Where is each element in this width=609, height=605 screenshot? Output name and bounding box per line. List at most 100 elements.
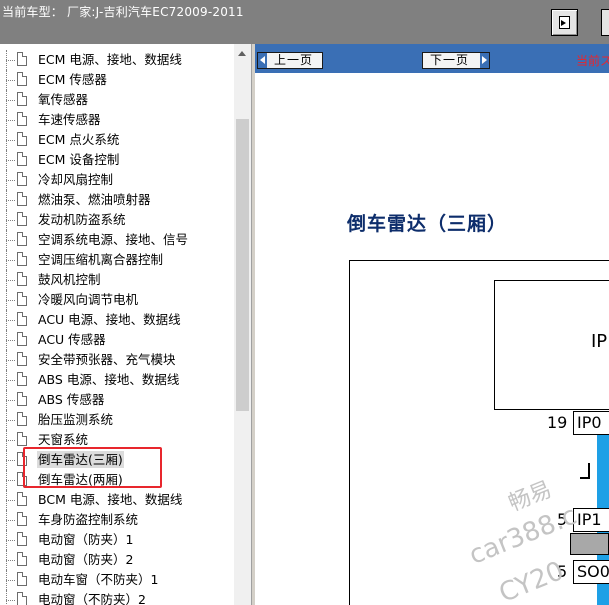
- tree-connector: [6, 200, 15, 202]
- tree-item[interactable]: ABS 电源、接地、数据线: [6, 370, 234, 390]
- title-bar: 当前车型： 厂家:J-吉利汽车EC72009-2011: [0, 0, 609, 44]
- prev-page-button[interactable]: 上一页: [257, 52, 323, 69]
- tree-connector: [6, 380, 15, 382]
- tree-item-label: ABS 电源、接地、数据线: [38, 372, 180, 387]
- tree-item-label: 胎压监测系统: [38, 412, 114, 427]
- tree-scrollbar[interactable]: [234, 44, 251, 605]
- tree-item[interactable]: ABS 传感器: [6, 390, 234, 410]
- tree-connector: [6, 160, 15, 162]
- right-triangle-icon: [480, 53, 489, 68]
- ground-wire: [570, 533, 609, 555]
- document-icon: [17, 72, 27, 86]
- tree-connector: [6, 180, 15, 182]
- tree-item[interactable]: ACU 电源、接地、数据线: [6, 310, 234, 330]
- next-page-button[interactable]: 下一页: [422, 52, 490, 69]
- document-icon: [17, 112, 27, 126]
- pin-connector: IP0: [573, 411, 609, 435]
- tree-connector: [6, 460, 15, 462]
- tree-connector: [6, 80, 15, 82]
- document-icon: [17, 252, 27, 266]
- tree-connector: [6, 580, 15, 582]
- document-arrow-icon: [559, 16, 570, 29]
- document-icon: [17, 412, 27, 426]
- ecu-box: IP: [494, 280, 609, 410]
- tree-item-label: BCM 电源、接地、数据线: [38, 492, 183, 507]
- tree-connector: [6, 300, 15, 302]
- scroll-up-icon[interactable]: [238, 51, 246, 56]
- scroll-thumb[interactable]: [236, 119, 249, 411]
- tree-item-label: 鼓风机控制: [38, 272, 101, 287]
- tree-item-label: 空调系统电源、接地、信号: [38, 232, 189, 247]
- current-page-label: 当前ス: [576, 54, 609, 68]
- tree-item[interactable]: 电动窗（防夹）1: [6, 530, 234, 550]
- tree-connector: [6, 100, 15, 102]
- tree-item[interactable]: 发动机防盗系统: [6, 210, 234, 230]
- tree-item[interactable]: 空调压缩机离合器控制: [6, 250, 234, 270]
- document-icon: [17, 52, 27, 66]
- page-title: 倒车雷达（三厢）: [347, 213, 508, 235]
- tree-connector: [6, 400, 15, 402]
- tree-item[interactable]: ECM 电源、接地、数据线: [6, 50, 234, 70]
- document-icon: [17, 152, 27, 166]
- window-title: 当前车型： 厂家:J-吉利汽车EC72009-2011: [2, 5, 244, 19]
- toolbar-button-2[interactable]: [601, 9, 609, 36]
- tree-connector: [6, 420, 15, 422]
- page-nav-bar: 上一页 下一页 当前ス: [255, 44, 609, 73]
- document-icon: [17, 592, 27, 605]
- tree-item[interactable]: ECM 设备控制: [6, 150, 234, 170]
- document-icon: [17, 272, 27, 286]
- tree-item-label: 发动机防盗系统: [38, 212, 126, 227]
- tree-item[interactable]: ACU 传感器: [6, 330, 234, 350]
- left-triangle-icon: [258, 53, 267, 68]
- tree-item-label: ECM 点火系统: [38, 132, 120, 147]
- document-icon: [17, 492, 27, 506]
- tree-item-label: 电动窗（防夹）2: [38, 552, 134, 567]
- prev-page-label: 上一页: [274, 53, 314, 67]
- document-icon: [17, 552, 27, 566]
- tree-item-label: 冷暖风向调节电机: [38, 292, 139, 307]
- tree-connector: [6, 600, 15, 602]
- tree-connector: [6, 320, 15, 322]
- tree-connector: [6, 240, 15, 242]
- tree-item[interactable]: 冷暖风向调节电机: [6, 290, 234, 310]
- tree-item-label: 氧传感器: [38, 92, 89, 107]
- tree-item-label: 车速传感器: [38, 112, 101, 127]
- tree-item[interactable]: 空调系统电源、接地、信号: [6, 230, 234, 250]
- document-icon: [17, 92, 27, 106]
- tree-connector: [6, 590, 8, 605]
- tree-item[interactable]: 电动车窗（不防夹）1: [6, 570, 234, 590]
- wire-bracket: [580, 463, 590, 479]
- toolbar-button[interactable]: [551, 9, 578, 36]
- tree-item[interactable]: 氧传感器: [6, 90, 234, 110]
- tree-item[interactable]: 电动窗（不防夹）2: [6, 590, 234, 605]
- tree-item-label: 电动窗（不防夹）2: [38, 592, 146, 605]
- tree-connector: [6, 140, 15, 142]
- document-icon: [17, 352, 27, 366]
- tree-connector: [6, 540, 15, 542]
- tree-item[interactable]: 冷却风扇控制: [6, 170, 234, 190]
- document-icon: [17, 192, 27, 206]
- tree-item[interactable]: 鼓风机控制: [6, 270, 234, 290]
- tree-panel: ECM 电源、接地、数据线 ECM 传感器氧传感器车速传感器 ECM 点火系统 ECM…: [0, 44, 234, 605]
- diagram-view: 倒车雷达（三厢） IP 19 IP0 5 IP1 5 SO0 畅易 car388…: [255, 73, 609, 605]
- document-icon: [17, 292, 27, 306]
- tree-item[interactable]: 车身防盗控制系统: [6, 510, 234, 530]
- tree-connector: [6, 120, 15, 122]
- tree-connector: [6, 440, 15, 442]
- tree-connector: [6, 220, 15, 222]
- tree-item[interactable]: 车速传感器: [6, 110, 234, 130]
- tree-item[interactable]: ECM 点火系统: [6, 130, 234, 150]
- document-icon: [17, 212, 27, 226]
- tree-item[interactable]: 胎压监测系统: [6, 410, 234, 430]
- tree-item[interactable]: 燃油泵、燃油喷射器: [6, 190, 234, 210]
- next-page-label: 下一页: [430, 53, 470, 67]
- tree-item-label: ECM 设备控制: [38, 152, 120, 167]
- tree-item-label: 电动窗（防夹）1: [38, 532, 134, 547]
- tree-item[interactable]: 电动窗（防夹）2: [6, 550, 234, 570]
- document-icon: [17, 432, 27, 446]
- tree-connector: [6, 360, 15, 362]
- tree-item[interactable]: ECM 传感器: [6, 70, 234, 90]
- tree-item[interactable]: 安全带预张器、充气模块: [6, 350, 234, 370]
- tree-item[interactable]: BCM 电源、接地、数据线: [6, 490, 234, 510]
- tree-item-label: ECM 电源、接地、数据线: [38, 52, 182, 67]
